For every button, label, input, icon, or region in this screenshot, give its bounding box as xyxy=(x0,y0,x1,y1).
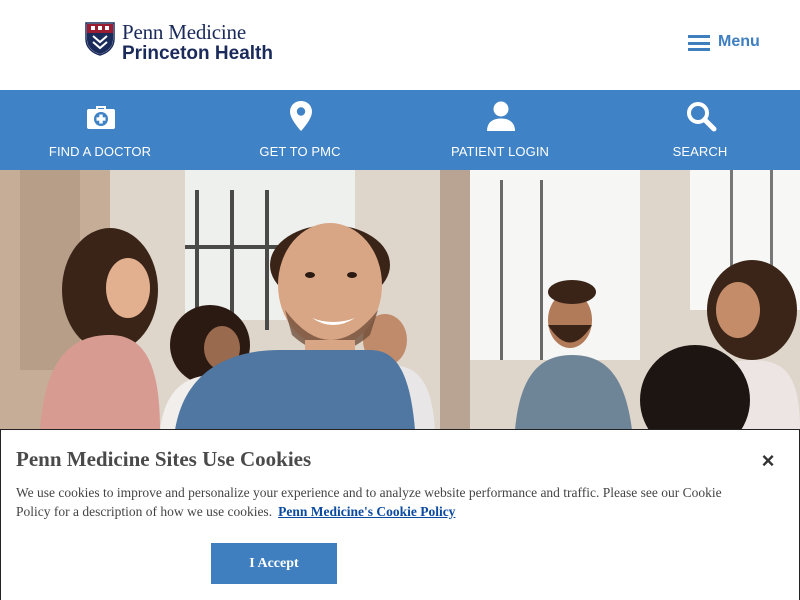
logo-line-penn-medicine: Penn Medicine xyxy=(122,20,246,44)
cookie-banner-text: We use cookies to improve and personaliz… xyxy=(16,483,736,521)
penn-medicine-logo[interactable]: Penn Medicine Princeton Health xyxy=(85,20,275,66)
group-photo-illustration xyxy=(0,170,800,430)
menu-label: Menu xyxy=(718,33,760,50)
cookie-banner-title: Penn Medicine Sites Use Cookies xyxy=(16,447,312,471)
logo-line-princeton-health: Princeton Health xyxy=(122,43,273,64)
menu-button[interactable]: Menu xyxy=(686,30,766,56)
quick-links-bar: FIND A DOCTOR GET TO PMC PATIENT LOGIN S… xyxy=(0,90,800,170)
nav-patient-login[interactable]: PATIENT LOGIN xyxy=(400,90,600,170)
map-pin-icon xyxy=(290,101,312,131)
nav-get-to-pmc[interactable]: GET TO PMC xyxy=(200,90,400,170)
nav-label: FIND A DOCTOR xyxy=(48,144,152,159)
penn-shield-icon xyxy=(85,22,115,56)
accept-cookies-button[interactable]: I Accept xyxy=(211,543,337,584)
nav-label: PATIENT LOGIN xyxy=(450,144,550,159)
cookie-banner: Penn Medicine Sites Use Cookies × We use… xyxy=(0,429,800,600)
hamburger-icon xyxy=(688,35,710,51)
site-header: Penn Medicine Princeton Health Menu xyxy=(0,0,800,90)
search-icon xyxy=(687,102,717,132)
nav-label: SEARCH xyxy=(672,144,728,159)
close-icon[interactable]: × xyxy=(757,450,779,472)
person-icon xyxy=(487,101,515,131)
cookie-policy-link[interactable]: Penn Medicine's Cookie Policy xyxy=(278,504,455,519)
hero-photo xyxy=(0,170,800,430)
medical-bag-icon xyxy=(87,106,115,129)
nav-label: GET TO PMC xyxy=(259,144,341,159)
nav-search[interactable]: SEARCH xyxy=(600,90,800,170)
nav-find-a-doctor[interactable]: FIND A DOCTOR xyxy=(0,90,200,170)
